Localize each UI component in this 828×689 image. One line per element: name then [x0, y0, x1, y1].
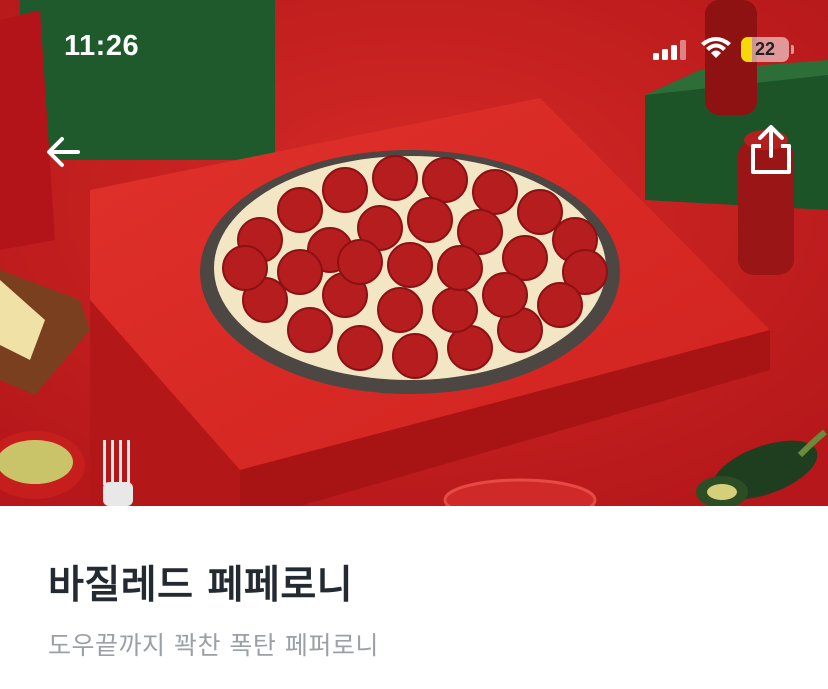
- status-bar: 11:26 22: [0, 0, 828, 100]
- product-title: 바질레드 페페로니: [48, 563, 354, 608]
- product-info-section: 바질레드 페페로니 도우끝까지 꽉찬 폭탄 페퍼로니: [0, 506, 828, 689]
- battery-cap: [791, 45, 794, 54]
- arrow-left-icon: [47, 137, 80, 167]
- cellular-signal-icon: [653, 40, 686, 60]
- back-button[interactable]: [42, 132, 86, 172]
- battery-indicator: 22: [741, 37, 794, 62]
- share-icon: [751, 125, 791, 174]
- status-time: 11:26: [64, 30, 140, 62]
- share-button[interactable]: [745, 122, 797, 176]
- product-description: 도우끝까지 꽉찬 폭탄 페퍼로니: [48, 631, 379, 660]
- product-hero-image: 11:26 22: [0, 0, 828, 506]
- wifi-icon: [701, 37, 731, 58]
- battery-percentage: 22: [754, 39, 776, 59]
